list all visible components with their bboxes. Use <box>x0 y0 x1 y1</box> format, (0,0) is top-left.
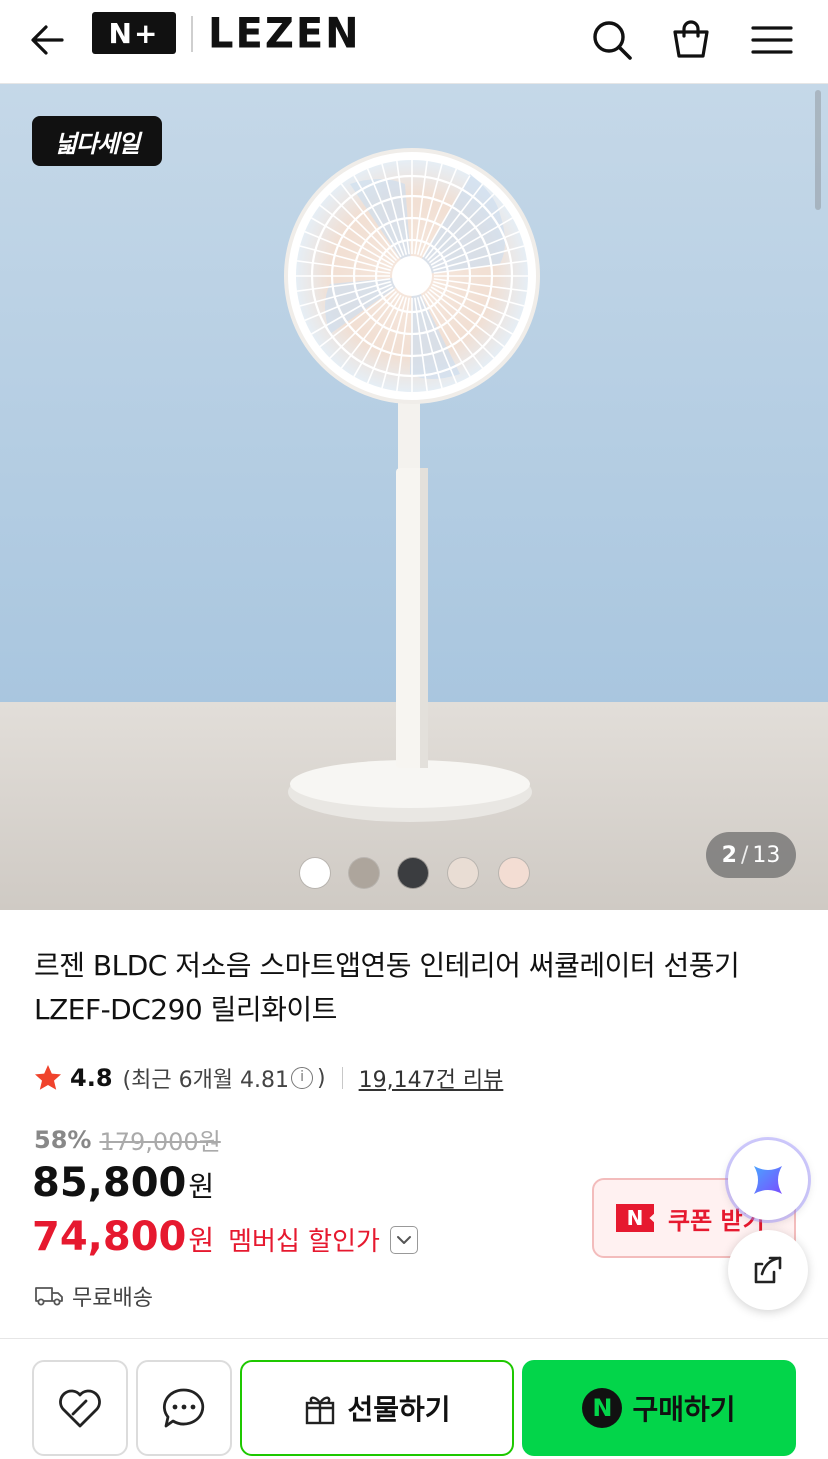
sale-price-amount: 85,800 <box>32 1160 187 1206</box>
sale-badge: 넓다세일 <box>32 116 162 166</box>
gift-label: 선물하기 <box>347 1393 451 1426</box>
back-arrow-icon <box>31 25 64 55</box>
heart-icon <box>59 1389 101 1428</box>
discount-row: 58% 179,000원 <box>34 1122 221 1157</box>
nplus-logo-text: N+ <box>108 16 160 50</box>
star-icon <box>35 1065 61 1090</box>
image-page-indicator: 2 / 13 <box>706 832 796 878</box>
truck-icon <box>35 1287 63 1306</box>
gift-icon <box>306 1396 335 1425</box>
menu-button[interactable] <box>742 10 802 70</box>
gift-button[interactable]: 선물하기 <box>240 1360 514 1456</box>
recent-rating-text: (최근 6개월 4.81 <box>122 1068 290 1093</box>
page-current: 2 <box>721 842 737 868</box>
product-image-carousel[interactable]: 넓다세일 2 / 13 <box>0 84 828 910</box>
rating-row: 4.8 (최근 6개월 4.81 i ) 19,147건 리뷰 <box>32 1060 503 1096</box>
product-title: 르젠 BLDC 저소음 스마트앱연동 인테리어 써큘레이터 선풍기 LZEF-D… <box>34 949 740 1026</box>
rating-divider <box>341 1067 343 1089</box>
recent-rating: (최근 6개월 4.81 i ) <box>123 1062 326 1094</box>
chat-bubble-icon <box>163 1388 205 1428</box>
header-divider <box>191 16 193 52</box>
naver-pay-icon: N <box>582 1388 623 1428</box>
sale-price-currency: 원 <box>188 1170 215 1203</box>
page-total: 13 <box>752 842 781 868</box>
menu-icon <box>751 26 793 54</box>
naver-coupon-icon: N <box>616 1204 654 1232</box>
nplus-logo[interactable]: N+ <box>92 12 176 54</box>
review-count-link[interactable]: 19,147건 리뷰 <box>359 1062 504 1094</box>
discount-percent: 58% <box>34 1125 92 1154</box>
ai-sparkle-icon <box>754 1166 782 1194</box>
page-scrollbar[interactable] <box>815 90 821 210</box>
buy-label: 구매하기 <box>632 1393 736 1426</box>
search-button[interactable] <box>582 10 642 70</box>
color-swatch-charcoal[interactable] <box>398 858 428 888</box>
sale-price: 85,800 원 <box>32 1160 214 1206</box>
chevron-down-icon <box>396 1236 411 1244</box>
shopping-bag-button[interactable] <box>661 10 721 70</box>
membership-price: 74,800 원 멤버십 할인가 <box>32 1214 418 1260</box>
brand-logo[interactable]: LEZEN <box>208 9 361 59</box>
membership-price-toggle[interactable] <box>389 1226 418 1254</box>
share-button[interactable] <box>728 1230 808 1310</box>
recent-rating-close: ) <box>317 1065 326 1091</box>
membership-price-currency: 원 <box>188 1224 215 1257</box>
shipping-info: 무료배송 <box>34 1280 153 1312</box>
talk-talk-button[interactable] <box>136 1360 232 1456</box>
color-swatch-beige[interactable] <box>448 858 478 888</box>
search-icon <box>593 21 632 60</box>
rating-value: 4.8 <box>70 1064 113 1092</box>
color-swatch-taupe[interactable] <box>349 858 379 888</box>
membership-price-label: 멤버십 할인가 <box>228 1227 380 1257</box>
page-separator: / <box>740 842 749 868</box>
shopping-bag-icon <box>673 20 709 58</box>
color-swatch-pink[interactable] <box>499 858 529 888</box>
shipping-label: 무료배송 <box>72 1286 153 1311</box>
membership-price-amount: 74,800 <box>32 1214 187 1260</box>
back-button[interactable] <box>18 10 78 70</box>
share-icon <box>754 1256 782 1284</box>
wishlist-button[interactable] <box>32 1360 128 1456</box>
ai-assistant-button[interactable] <box>728 1140 808 1220</box>
bottom-action-bar: 선물하기 N 구매하기 <box>0 1338 828 1459</box>
product-photo-fan <box>0 84 828 910</box>
color-swatch-white[interactable] <box>300 858 330 888</box>
original-price: 179,000원 <box>99 1128 221 1156</box>
top-header: N+ LEZEN <box>0 0 828 84</box>
info-icon[interactable]: i <box>291 1067 314 1089</box>
buy-button[interactable]: N 구매하기 <box>522 1360 796 1456</box>
